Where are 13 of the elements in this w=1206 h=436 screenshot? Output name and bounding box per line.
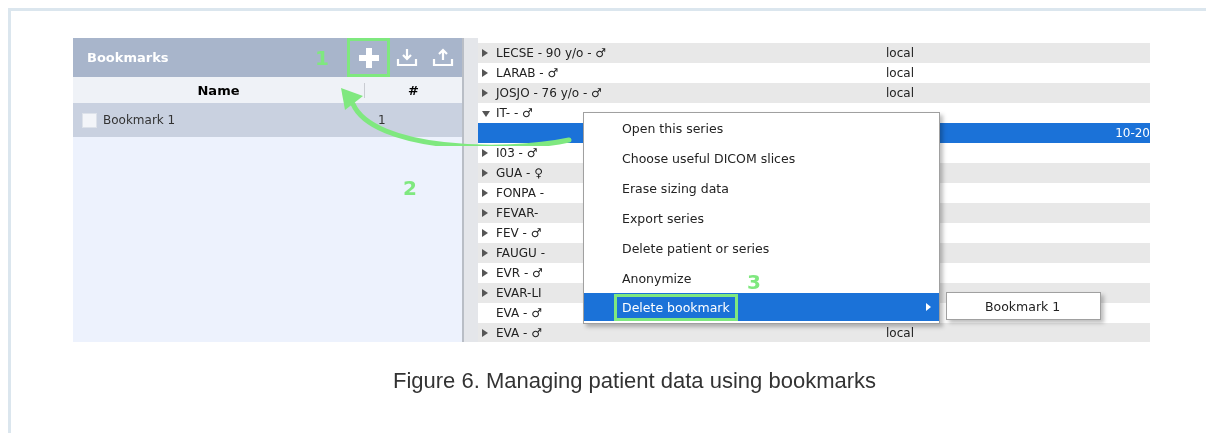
series-date: 10-20: [1115, 126, 1150, 140]
bookmark-count: 1: [378, 113, 387, 127]
menu-item-label: Delete bookmark: [614, 293, 738, 321]
source-label: local: [886, 66, 915, 80]
panel-title: Bookmarks: [87, 50, 170, 65]
bookmark-name: Bookmark 1: [103, 113, 177, 127]
step-number: 3: [747, 270, 761, 294]
figure-caption: Figure 6. Managing patient data using bookmarks: [391, 368, 878, 394]
source-label: local: [886, 86, 915, 100]
step-number: 1: [315, 45, 329, 70]
source-label: local: [886, 46, 915, 60]
step-number: 2: [403, 176, 417, 200]
source-label: local: [886, 326, 915, 340]
